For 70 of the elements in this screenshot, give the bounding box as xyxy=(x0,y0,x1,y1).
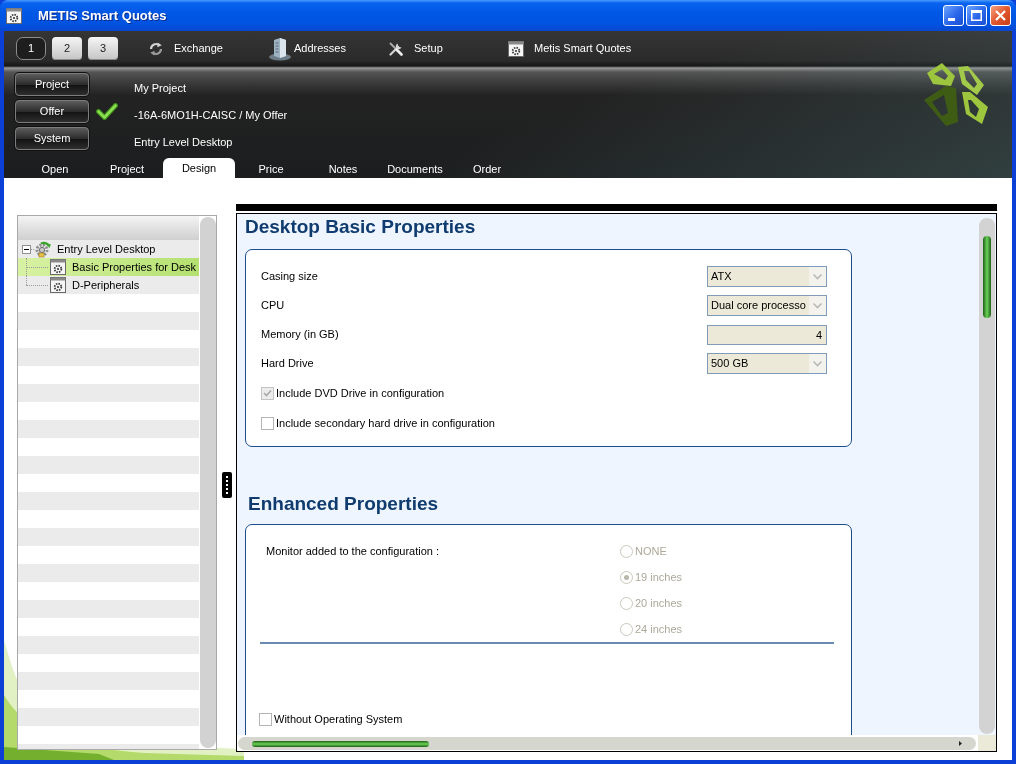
chevron-down-icon xyxy=(809,267,826,286)
window-gear-icon xyxy=(6,7,22,24)
maximize-icon xyxy=(971,10,982,21)
tab[interactable]: Order xyxy=(451,158,523,178)
close-icon xyxy=(995,10,1006,21)
scrollbar-thumb[interactable] xyxy=(252,740,429,747)
minimize-icon xyxy=(948,18,955,21)
tab[interactable]: Project xyxy=(91,158,163,178)
close-button[interactable] xyxy=(990,5,1011,26)
radio-label: 20 inches xyxy=(635,595,683,611)
radio-label: 24 inches xyxy=(635,621,683,637)
arrow-right-icon[interactable] xyxy=(959,741,962,746)
tree-item[interactable]: Basic Properties for Desk xyxy=(18,258,199,276)
building-icon xyxy=(268,36,292,61)
tree-item[interactable]: D-Peripherals xyxy=(18,276,199,294)
chevron-down-icon xyxy=(809,354,826,373)
minus-box-icon[interactable] xyxy=(22,244,31,254)
page-button[interactable]: 2 xyxy=(52,37,82,60)
dropdown[interactable]: 500 GB xyxy=(707,353,827,374)
section-title: Desktop Basic Properties xyxy=(245,215,477,239)
toolbar-button[interactable]: Addresses xyxy=(268,36,346,61)
info-text: Entry Level Desktop xyxy=(134,134,233,150)
tab[interactable]: Notes xyxy=(307,158,379,178)
tree-item[interactable]: Entry Level Desktop xyxy=(18,240,199,258)
horizontal-scrollbar[interactable] xyxy=(238,737,976,750)
radio-label: NONE xyxy=(635,543,667,559)
minimize-button[interactable] xyxy=(943,5,964,26)
toolbar-button[interactable]: Exchange xyxy=(148,40,223,57)
checkbox-label: Include secondary hard drive in configuration xyxy=(276,415,495,431)
info-text: -16A-6MO1H-CAISC / My Offer xyxy=(134,107,288,123)
window-gear-icon xyxy=(508,40,524,57)
sync-arrows-icon xyxy=(148,40,164,57)
tab[interactable]: Documents xyxy=(379,158,451,178)
tools-icon xyxy=(388,40,404,57)
vertical-scrollbar[interactable] xyxy=(200,217,216,748)
field-label: Casing size xyxy=(261,269,318,285)
maximize-button[interactable] xyxy=(966,5,987,26)
tab[interactable]: Price xyxy=(235,158,307,178)
nav-button[interactable]: System xyxy=(15,127,89,150)
vertical-scrollbar[interactable] xyxy=(979,218,995,734)
dropdown[interactable]: Dual core processo xyxy=(707,295,827,316)
checkbox[interactable] xyxy=(261,416,274,430)
info-text: My Project xyxy=(134,80,186,96)
window-gear-icon xyxy=(50,259,66,275)
checkbox[interactable] xyxy=(259,712,272,726)
page-button[interactable]: 1 xyxy=(16,37,46,60)
checkbox-label: Without Operating System xyxy=(274,711,403,727)
number-field[interactable]: 4 xyxy=(707,324,827,345)
toolbar-button[interactable]: Metis Smart Quotes xyxy=(508,40,632,57)
field-label: CPU xyxy=(261,298,285,314)
radio-label: 19 inches xyxy=(635,569,683,585)
section-title: Enhanced Properties xyxy=(248,492,440,516)
field-label: Memory (in GB) xyxy=(261,327,339,343)
petal-logo xyxy=(924,62,990,126)
chevron-down-icon xyxy=(809,296,826,315)
scrollbar-corner xyxy=(978,735,996,751)
window-title: METIS Smart Quotes xyxy=(38,6,167,25)
page-button[interactable]: 3 xyxy=(88,37,118,60)
checkbox-label: Include DVD Drive in configuration xyxy=(276,385,445,401)
toolbar-button[interactable]: Setup xyxy=(388,40,443,57)
nav-button[interactable]: Project xyxy=(15,73,89,96)
nav-button[interactable]: Offer xyxy=(15,100,89,123)
field-label: Hard Drive xyxy=(261,356,314,372)
scrollbar-thumb[interactable] xyxy=(983,236,991,318)
window-gear-icon xyxy=(50,277,66,293)
dropdown[interactable]: ATX xyxy=(707,266,827,287)
tab[interactable]: Design xyxy=(163,158,235,178)
splitter-handle[interactable] xyxy=(222,472,232,498)
tab[interactable]: Open xyxy=(19,158,91,178)
field-label: Monitor added to the configuration : xyxy=(266,544,441,559)
